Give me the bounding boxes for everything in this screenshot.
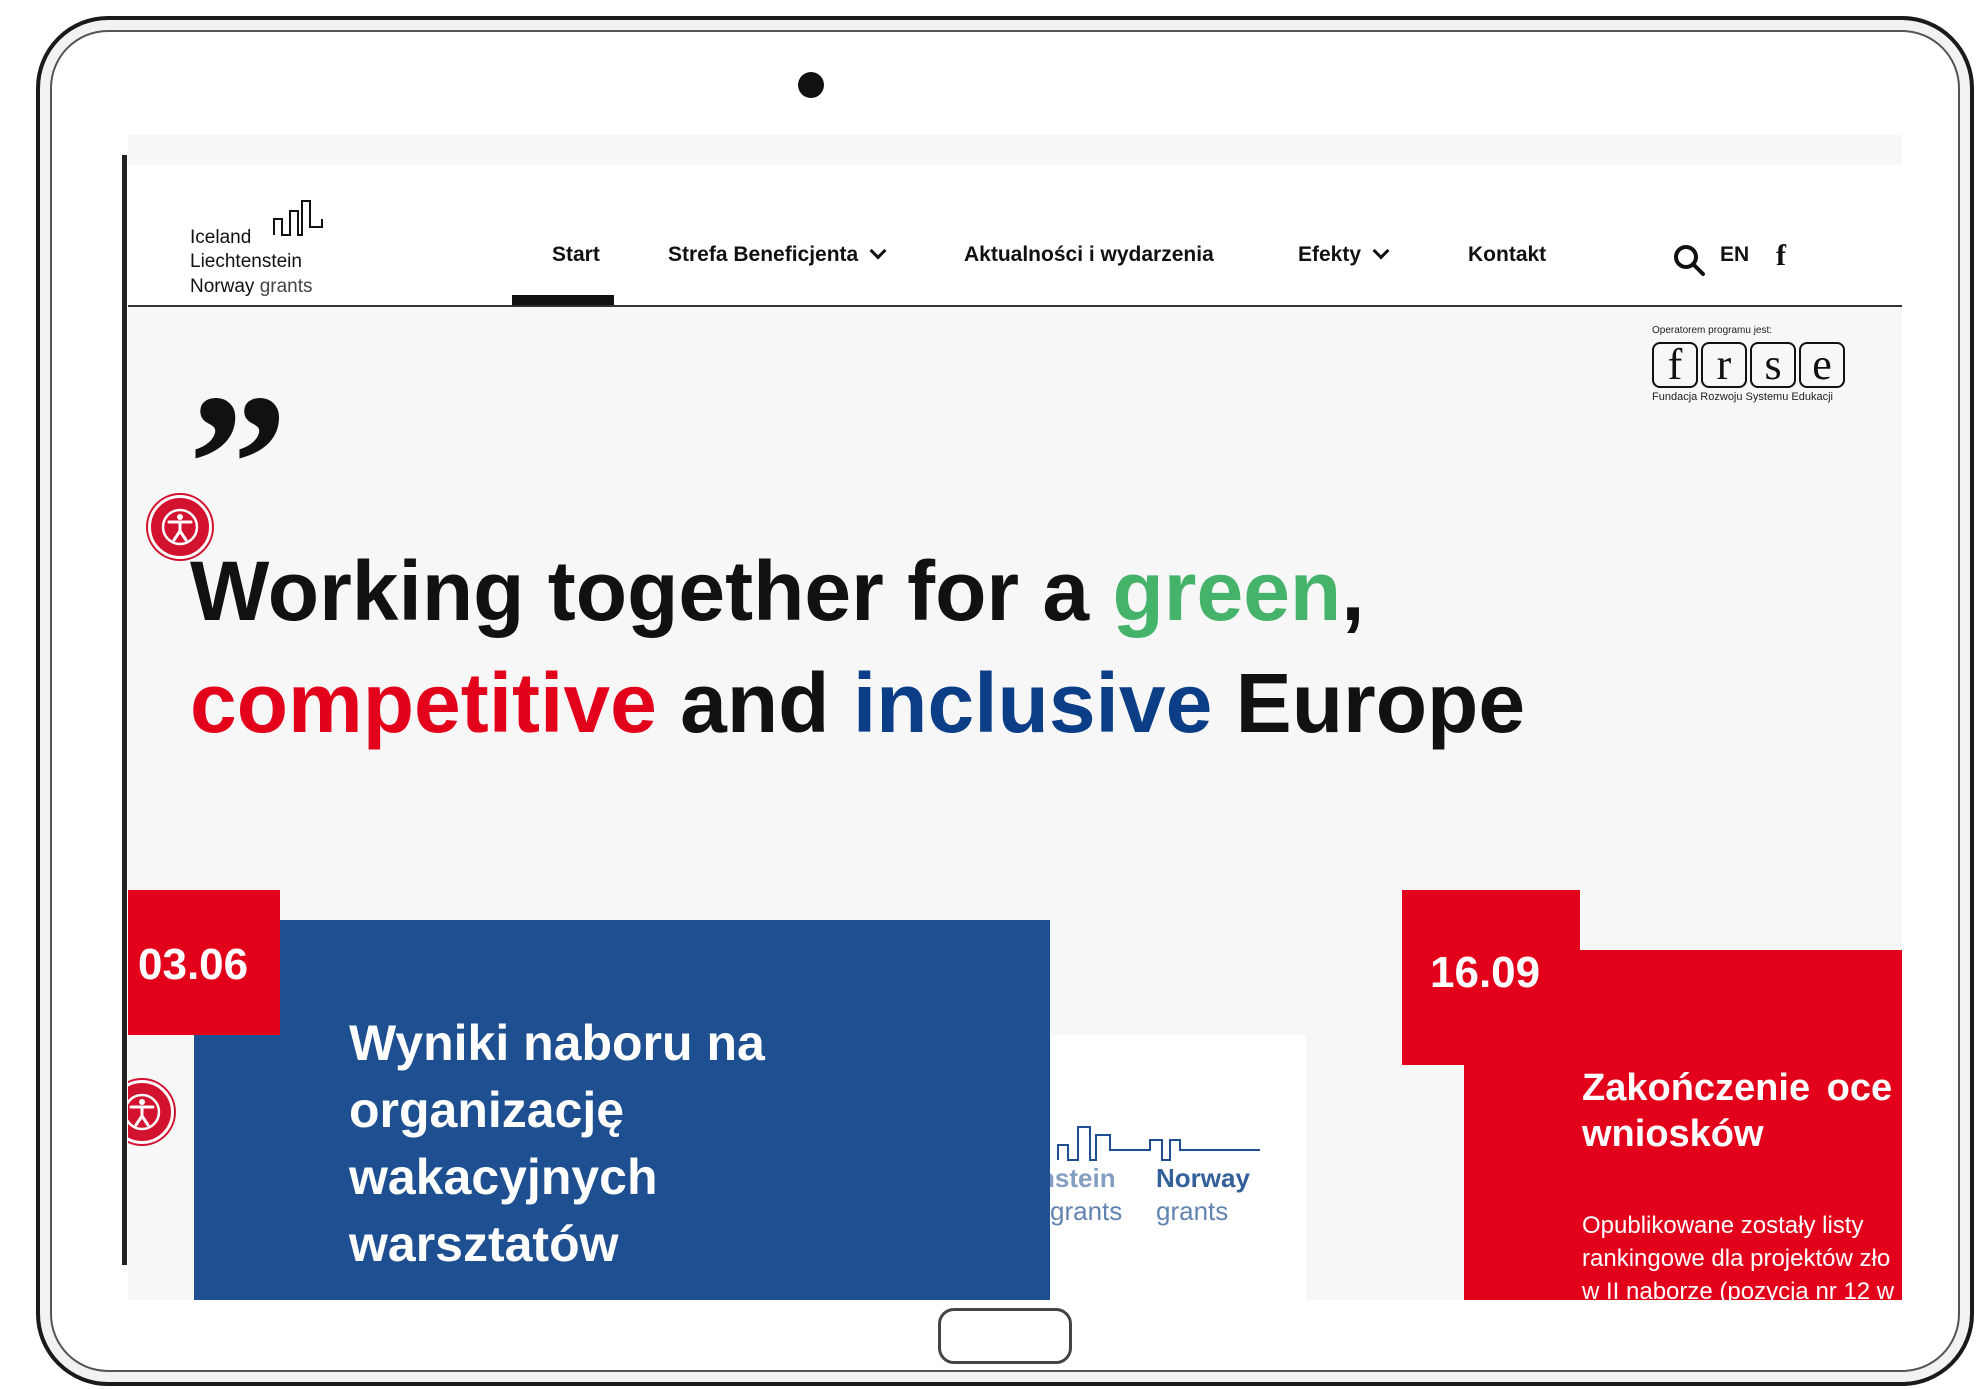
nav-start[interactable]: Start	[552, 243, 600, 267]
news-card-2-cutout	[1402, 1065, 1464, 1300]
grants-logo-icon	[273, 200, 323, 236]
logo-grants-word: grants	[259, 276, 313, 297]
frse-letter: f	[1652, 342, 1698, 388]
logo-text-norway: Norway grants	[190, 276, 313, 298]
nav-strefa-beneficjenta[interactable]: Strefa Beneficjenta	[668, 242, 887, 267]
site-header: Iceland Liechtenstein Norway grants Star…	[128, 165, 1902, 307]
headline-comma: ,	[1341, 544, 1365, 638]
frse-letters: f r s e	[1652, 342, 1862, 388]
nav-efekty-label: Efekty	[1298, 243, 1362, 266]
logo-text-iceland: Iceland	[190, 227, 252, 248]
news-card-title[interactable]: Zakończenie oce wniosków	[1582, 1065, 1902, 1157]
news-card-date: 16.09	[1402, 890, 1580, 1065]
image-text-iceland: Iceland	[948, 1130, 1038, 1160]
logo-text-liechtenstein: Liechtenstein	[190, 251, 302, 272]
nav-kontakt[interactable]: Kontakt	[1468, 243, 1546, 267]
image-text-grants-right: grants	[1156, 1196, 1229, 1226]
news-card-date: 03.06	[128, 890, 280, 1035]
headline-line-2: competitive and inclusive Europe	[190, 647, 1525, 759]
language-switch[interactable]: EN	[1720, 243, 1749, 267]
nav-active-indicator	[512, 295, 614, 305]
accessibility-icon	[128, 1093, 161, 1131]
news-card-excerpt: Opublikowane zostały listy rankingowe dl…	[1582, 1209, 1902, 1300]
operator-name: Fundacja Rozwoju Systemu Edukacji	[1652, 391, 1833, 403]
chevron-down-icon	[1372, 242, 1390, 260]
excerpt-line: rankingowe dla projektów zło	[1582, 1245, 1891, 1272]
headline-blue: inclusive	[852, 656, 1213, 750]
eea-grants-logo[interactable]: Iceland Liechtenstein Norway grants	[190, 183, 370, 297]
home-button[interactable]	[938, 1308, 1072, 1364]
nav-strefa-label: Strefa Beneficjenta	[668, 243, 859, 266]
chevron-down-icon	[869, 242, 887, 260]
camera	[798, 72, 824, 98]
news-card-title[interactable]: Wyniki naboru na organizację wakacyjnych…	[349, 1010, 909, 1278]
accessibility-button[interactable]	[128, 1080, 174, 1144]
frse-letter: e	[1799, 342, 1845, 388]
image-text-norway: Norway	[948, 1196, 1042, 1226]
nav-aktualnosci[interactable]: Aktualności i wydarzenia	[964, 243, 1214, 267]
browser-viewport: Iceland Liechtenstein Norway grants Star…	[128, 135, 1902, 1300]
logo-norway-word: Norway	[190, 276, 255, 297]
headline-text: Working together for a	[190, 544, 1113, 638]
hero-headline: Working together for a green, competitiv…	[190, 535, 1525, 759]
image-text-grants: grants	[1050, 1196, 1123, 1226]
search-icon[interactable]	[1672, 243, 1706, 277]
frse-letter: s	[1750, 342, 1796, 388]
operator-logo[interactable]: Operatorem programu jest: f r s e Fundac…	[1652, 325, 1862, 403]
image-text-norway-right: Norway	[1156, 1163, 1250, 1193]
image-text-liechtenstein: Liechtenstein	[948, 1163, 1116, 1193]
excerpt-line: Opublikowane zostały listy	[1582, 1212, 1864, 1239]
headline-europe: Europe	[1212, 656, 1526, 750]
news-card[interactable]: Wyniki naboru na organizację wakacyjnych…	[194, 920, 1050, 1300]
operator-caption: Operatorem programu jest:	[1652, 325, 1773, 336]
screen-edge	[122, 155, 127, 1265]
headline-green: green	[1112, 544, 1342, 638]
facebook-icon[interactable]: f	[1776, 239, 1786, 273]
nav-efekty[interactable]: Efekty	[1298, 242, 1390, 267]
excerpt-line: w II naborze (pozycja nr 12 w	[1582, 1278, 1895, 1300]
headline-and: and	[656, 656, 853, 750]
frse-letter: r	[1701, 342, 1747, 388]
headline-red: competitive	[190, 656, 657, 750]
headline-line-1: Working together for a green,	[190, 535, 1525, 647]
